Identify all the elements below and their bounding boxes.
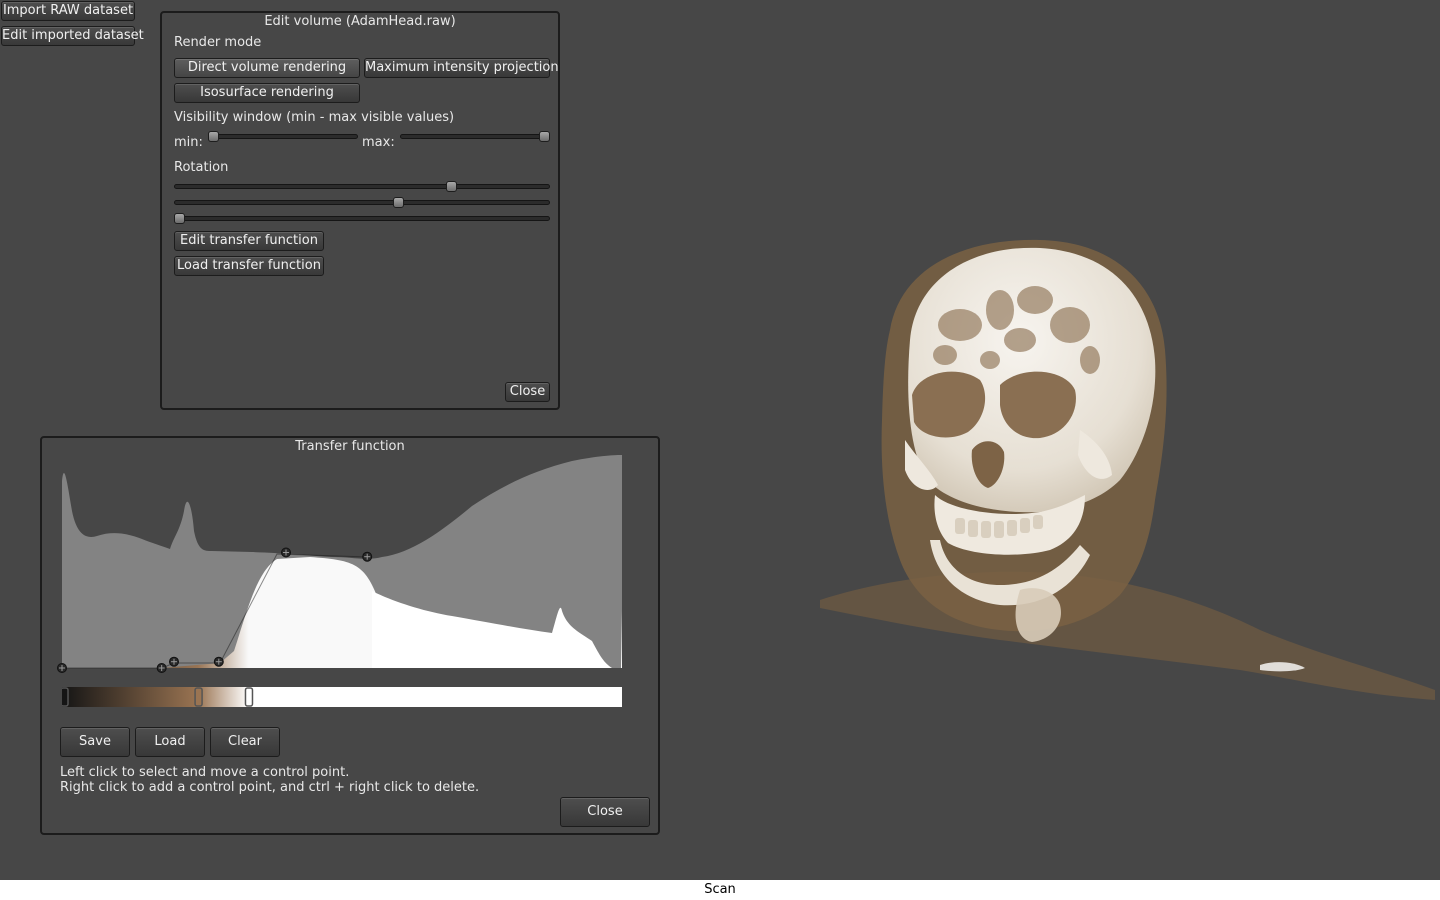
edit-imported-dataset-button[interactable]: Edit imported dataset (1, 26, 144, 46)
maximum-intensity-projection-button[interactable]: Maximum intensity projection (364, 58, 559, 78)
alpha-control-point[interactable] (281, 547, 291, 558)
rotation-y-slider[interactable] (174, 197, 550, 208)
direct-volume-rendering-button[interactable]: Direct volume rendering (174, 58, 360, 78)
tf-close-button[interactable]: Close (560, 797, 650, 827)
volume-render-viewport[interactable] (700, 200, 1440, 720)
tf-help-line-2: Right click to add a control point, and … (60, 780, 480, 795)
color-control-point[interactable] (194, 687, 203, 707)
isosurface-rendering-button[interactable]: Isosurface rendering (174, 83, 360, 103)
status-text: Scan (704, 882, 736, 897)
alpha-control-point[interactable] (57, 663, 67, 673)
alpha-control-point[interactable] (169, 656, 179, 667)
status-bar: Scan (0, 880, 1440, 900)
visibility-window-label: Visibility window (min - max visible val… (174, 110, 455, 125)
edit-volume-title: Edit volume (AdamHead.raw) (264, 14, 456, 29)
color-gradient-bar[interactable] (62, 687, 622, 709)
tf-help-line-1: Left click to select and move a control … (60, 765, 350, 780)
color-control-point[interactable] (244, 687, 254, 707)
alpha-control-point[interactable] (213, 656, 224, 667)
color-control-point[interactable] (62, 687, 69, 707)
visibility-min-slider[interactable] (208, 131, 358, 142)
edit-volume-close-button[interactable]: Close (505, 382, 550, 402)
import-raw-dataset-button[interactable]: Import RAW dataset (1, 1, 135, 21)
rotation-y-handle[interactable] (393, 197, 404, 208)
alpha-control-point[interactable] (156, 663, 167, 673)
edit-volume-panel: Edit volume (AdamHead.raw) Render mode D… (160, 11, 560, 410)
rotation-label: Rotation (174, 160, 229, 175)
rotation-z-handle[interactable] (174, 213, 185, 224)
load-transfer-function-button[interactable]: Load transfer function (174, 256, 324, 276)
tf-load-button[interactable]: Load (135, 727, 205, 757)
tf-save-button[interactable]: Save (60, 727, 130, 757)
transfer-function-graph[interactable] (52, 451, 632, 673)
transfer-function-panel: Transfer function Save Load Clear Left c… (40, 436, 660, 835)
tf-clear-button[interactable]: Clear (210, 727, 280, 757)
visibility-max-slider[interactable] (400, 131, 550, 142)
skull-render (820, 239, 1435, 700)
visibility-min-label: min: (174, 135, 203, 150)
rotation-x-slider[interactable] (174, 181, 550, 192)
visibility-max-handle[interactable] (539, 131, 550, 142)
visibility-max-label: max: (362, 135, 395, 150)
rotation-x-handle[interactable] (445, 181, 457, 192)
visibility-min-handle[interactable] (208, 131, 219, 142)
rotation-z-slider[interactable] (174, 213, 550, 224)
alpha-control-point[interactable] (362, 551, 373, 562)
edit-transfer-function-button[interactable]: Edit transfer function (174, 231, 324, 251)
render-mode-label: Render mode (174, 35, 262, 50)
